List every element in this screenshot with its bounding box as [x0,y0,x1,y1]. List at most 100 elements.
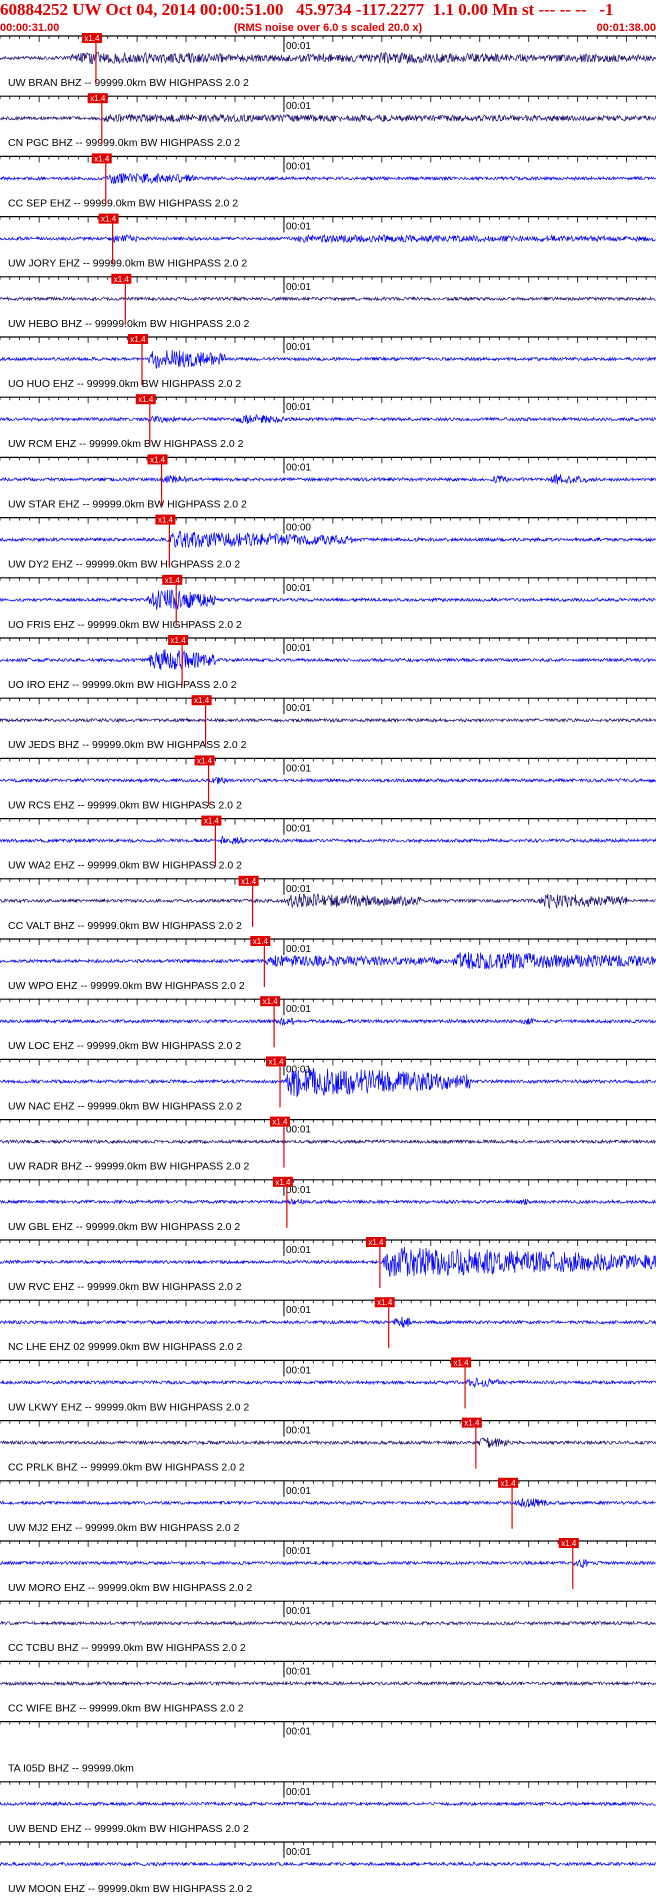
minute-tick-label: 00:00 [286,523,311,534]
waveform-trace [0,1680,656,1687]
pick-label: x1.4 [464,1419,480,1428]
station-label: NC LHE EHZ 02 99999.0km BW HIGHPASS 2.0 … [8,1341,243,1353]
station-label: UW RCS EHZ -- 99999.0km BW HIGHPASS 2.0 … [8,799,242,811]
station-label: TA I05D BHZ -- 99999.0km [8,1763,134,1775]
minute-tick-label: 00:01 [286,1606,311,1617]
station-label: UW RVC EHZ -- 99999.0km BW HIGHPASS 2.0 … [8,1281,242,1293]
pick-label: x1.4 [101,215,117,224]
station-label: UW JEDS BHZ -- 99999.0km BW HIGHPASS 2.0… [8,739,247,751]
waveform-trace [0,777,656,785]
pick-label: x1.4 [368,1238,384,1247]
waveform-trace [0,1017,656,1026]
pick-label: x1.4 [150,455,166,464]
station-label: UW MOON EHZ -- 99999.0km BW HIGHPASS 2.0… [8,1883,252,1895]
waveform-trace [0,717,656,724]
waveform-trace [0,530,656,548]
minute-tick-label: 00:01 [286,1365,311,1376]
station-label: UO IRO EHZ -- 99999.0km BW HIGHPASS 2.0 … [8,679,237,691]
waveform-trace [0,295,656,302]
waveform-trace [0,1437,656,1448]
station-label: UW BEND EHZ -- 99999.0km BW HIGHPASS 2.0… [8,1823,249,1835]
minute-tick-label: 00:01 [286,282,311,293]
pick-label: x1.4 [268,1057,284,1066]
waveform-trace [0,113,656,123]
minute-tick-label: 00:01 [286,1305,311,1316]
pick-label: x1.4 [171,636,187,645]
waveform-trace [0,951,656,970]
minute-tick-label: 00:01 [286,1486,311,1497]
waveform-trace [0,1067,656,1098]
minute-tick-label: 00:01 [286,763,311,774]
station-label: UW HEBO BHZ -- 99999.0km BW HIGHPASS 2.0… [8,318,250,330]
waveform-trace [0,589,656,610]
station-label: CC PRLK BHZ -- 99999.0km BW HIGHPASS 2.0… [8,1462,245,1474]
waveform-trace [0,649,656,671]
waveform-trace [0,349,656,369]
minute-tick-label: 00:01 [286,342,311,353]
station-label: UW WPO EHZ -- 99999.0km BW HIGHPASS 2.0 … [8,980,245,992]
station-label: CC WIFE BHZ -- 99999.0km BW HIGHPASS 2.0… [8,1702,244,1714]
waveform-trace [0,172,656,185]
waveform-trace [0,1620,656,1627]
waveform-trace [0,1316,656,1328]
minute-tick-label: 00:01 [286,462,311,473]
station-label: UW WA2 EHZ -- 99999.0km BW HIGHPASS 2.0 … [8,860,242,872]
pick-label: x1.4 [272,1118,288,1127]
pick-label: x1.4 [454,1358,470,1367]
pick-label: x1.4 [561,1539,577,1548]
station-label: CC TCBU BHZ -- 99999.0km BW HIGHPASS 2.0… [8,1642,246,1654]
pick-label: x1.4 [197,756,213,765]
pick-label: x1.4 [84,34,100,43]
minute-tick-label: 00:01 [286,1426,311,1437]
station-label: CN PGC BHZ -- 99999.0km BW HIGHPASS 2.0 … [8,137,240,149]
minute-tick-label: 00:01 [286,101,311,112]
minute-tick-label: 00:01 [286,944,311,955]
pick-label: x1.4 [263,997,279,1006]
minute-tick-label: 00:01 [286,884,311,895]
station-label: UW LKWY EHZ -- 99999.0km BW HIGHPASS 2.0… [8,1401,249,1413]
waveform-trace [0,1377,656,1389]
pick-label: x1.4 [90,94,106,103]
minute-tick-label: 00:01 [286,1004,311,1015]
minute-tick-label: 00:01 [286,1727,311,1738]
waveform-trace [0,836,656,845]
minute-tick-label: 00:01 [286,1847,311,1858]
pick-label: x1.4 [138,395,154,404]
pick-label: x1.4 [253,937,269,946]
minute-tick-label: 00:01 [286,1666,311,1677]
pick-label: x1.4 [275,1178,291,1187]
minute-tick-label: 00:01 [286,1245,311,1256]
station-label: UW RADR BHZ -- 99999.0km BW HIGHPASS 2.0… [8,1161,250,1173]
station-label: UW MJ2 EHZ -- 99999.0km BW HIGHPASS 2.0 … [8,1522,240,1534]
pick-label: x1.4 [241,877,257,886]
pick-label: x1.4 [501,1479,517,1488]
pick-label: x1.4 [204,817,220,826]
station-label: UW BRAN BHZ -- 99999.0km BW HIGHPASS 2.0… [8,77,249,89]
waveform-trace [0,1558,656,1568]
station-label: UW JORY EHZ -- 99999.0km BW HIGHPASS 2.0… [8,258,247,270]
minute-tick-label: 00:01 [286,1546,311,1557]
station-label: UW RCM EHZ -- 99999.0km BW HIGHPASS 2.0 … [8,438,244,450]
minute-tick-label: 00:01 [286,703,311,714]
pick-label: x1.4 [165,576,181,585]
waveform-trace [0,1198,656,1206]
minute-tick-label: 00:01 [286,161,311,172]
waveform-trace [0,234,656,244]
waveform-trace [0,413,656,425]
pick-label: x1.4 [94,154,110,163]
minute-tick-label: 00:01 [286,41,311,52]
station-label: UW LOC EHZ -- 99999.0km BW HIGHPASS 2.0 … [8,1040,241,1052]
pick-label: x1.4 [114,275,130,284]
minute-tick-label: 00:01 [286,1787,311,1798]
station-label: UW GBL EHZ -- 99999.0km BW HIGHPASS 2.0 … [8,1221,240,1233]
waveform-trace [0,1497,656,1508]
station-label: UW MORO EHZ -- 99999.0km BW HIGHPASS 2.0… [8,1582,252,1594]
waveform-trace [0,1246,656,1277]
pick-label: x1.4 [194,696,210,705]
station-label: UW DY2 EHZ -- 99999.0km BW HIGHPASS 2.0 … [8,559,240,571]
station-label: CC VALT BHZ -- 99999.0km BW HIGHPASS 2.0… [8,920,242,932]
waveform-trace [0,1138,656,1145]
station-label: UW NAC EHZ -- 99999.0km BW HIGHPASS 2.0 … [8,1100,242,1112]
minute-tick-label: 00:01 [286,222,311,233]
waveform-trace [0,893,656,909]
